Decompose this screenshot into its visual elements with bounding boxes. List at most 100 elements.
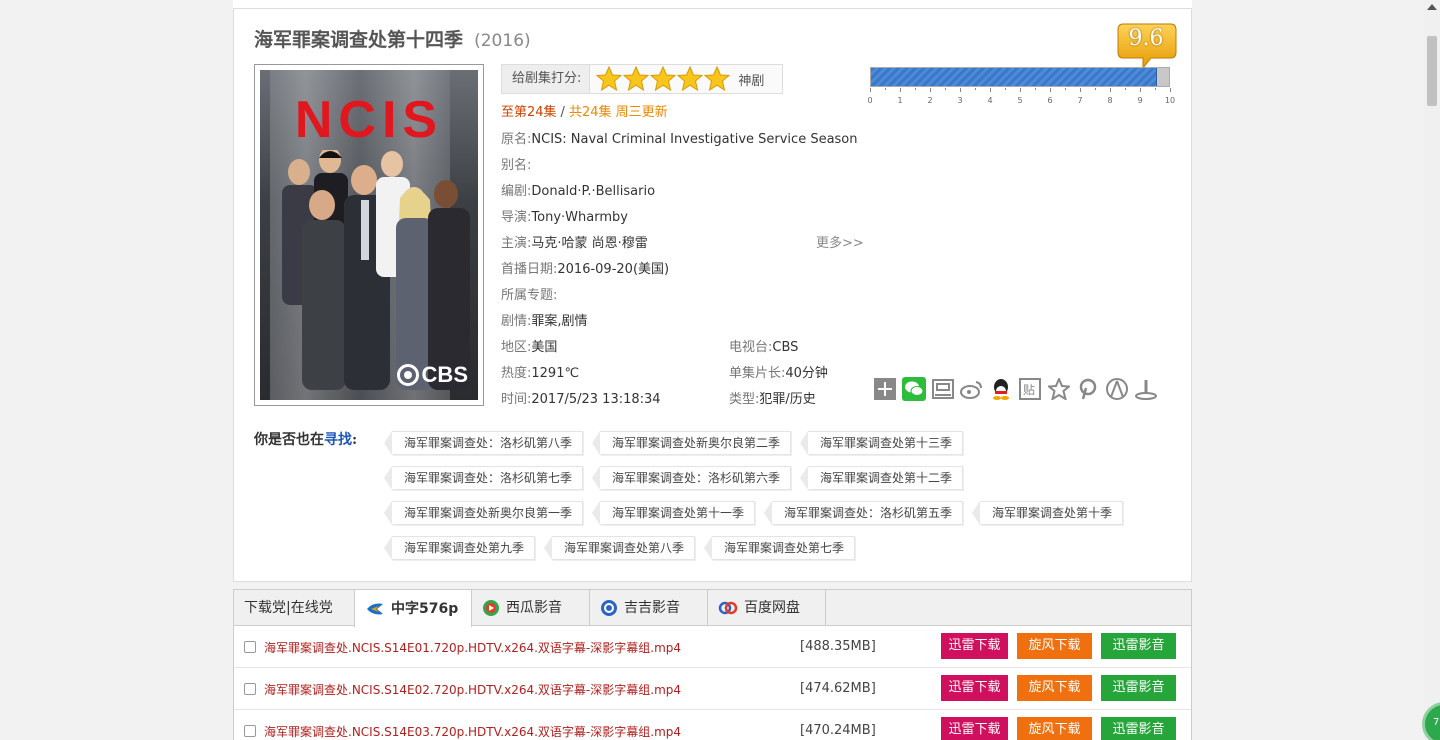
related-tag[interactable]: 海军罪案调查处第十季 bbox=[971, 501, 1124, 525]
renren-icon[interactable] bbox=[1104, 376, 1129, 401]
related-tag[interactable]: 海军罪案调查处：洛杉矶第五季 bbox=[763, 501, 964, 525]
file-size: [488.35MB] bbox=[800, 639, 876, 654]
episode-status: 至第24集 / 共24集 周三更新 bbox=[501, 105, 668, 120]
show-year: (2016) bbox=[474, 31, 531, 51]
related-tag[interactable]: 海军罪案调查处：洛杉矶第八季 bbox=[383, 431, 584, 455]
poster-title: NCIS bbox=[294, 91, 444, 149]
scale-tick-label: 4 bbox=[987, 96, 993, 105]
scale-minor-tick bbox=[1125, 88, 1126, 90]
scale-minor-tick bbox=[1005, 88, 1006, 90]
whirlwind-download-button[interactable]: 旋风下载 bbox=[1017, 717, 1092, 740]
score-scale: 0 1 2 3 4 5 6 7 8 9 10 bbox=[867, 88, 1175, 108]
wechat-icon[interactable] bbox=[901, 376, 926, 401]
pinterest-icon[interactable] bbox=[1075, 376, 1100, 401]
related-tag[interactable]: 海军罪案调查处第十一季 bbox=[591, 501, 756, 525]
jiji-icon bbox=[601, 600, 617, 616]
scroll-up-arrow-icon[interactable] bbox=[1427, 4, 1437, 10]
title-row: 海军罪案调查处第十四季 (2016) bbox=[254, 25, 531, 52]
file-checkbox[interactable] bbox=[244, 725, 256, 737]
info-genre: 剧情:罪案,剧情 bbox=[501, 314, 588, 329]
related-tag[interactable]: 海军罪案调查处第十三季 bbox=[799, 431, 964, 455]
scale-minor-tick bbox=[1065, 88, 1066, 90]
more-cast-link[interactable]: 更多>> bbox=[816, 232, 864, 251]
file-size: [470.24MB] bbox=[800, 723, 876, 738]
tab-baidu-pan[interactable]: 百度网盘 bbox=[708, 590, 826, 626]
thunder-download-button[interactable]: 迅雷下载 bbox=[941, 675, 1008, 701]
star-icon[interactable] bbox=[596, 66, 623, 92]
info-writer: 编剧:Donald·P.·Bellisario bbox=[501, 184, 656, 199]
thunder-player-button[interactable]: 迅雷影音 bbox=[1101, 675, 1176, 701]
file-link[interactable]: 海军罪案调查处.NCIS.S14E03.720p.HDTV.x264.双语字幕-… bbox=[264, 723, 681, 740]
related-tag[interactable]: 海军罪案调查处第七季 bbox=[703, 536, 856, 560]
tab-xigua[interactable]: 西瓜影音 bbox=[472, 590, 590, 626]
show-title: 海军罪案调查处第十四季 bbox=[254, 29, 464, 51]
thunder-download-button[interactable]: 迅雷下载 bbox=[941, 633, 1008, 659]
tieba-icon[interactable]: 贴 bbox=[1017, 376, 1042, 401]
favorite-icon[interactable] bbox=[1046, 376, 1071, 401]
file-checkbox[interactable] bbox=[244, 641, 256, 653]
page: 海军罪案调查处第十四季 (2016) 9.6 NCIS CBS 给剧集打分: 神… bbox=[0, 0, 1440, 740]
file-checkbox[interactable] bbox=[244, 683, 256, 695]
scale-tick bbox=[990, 88, 991, 92]
qq-icon[interactable] bbox=[988, 376, 1013, 401]
cbs-eye-icon bbox=[396, 364, 419, 386]
tab-zhongzi-576p[interactable]: 中字576p bbox=[354, 590, 472, 627]
star-icon[interactable] bbox=[623, 66, 650, 92]
scale-tick bbox=[1080, 88, 1081, 92]
file-link[interactable]: 海军罪案调查处.NCIS.S14E01.720p.HDTV.x264.双语字幕-… bbox=[264, 639, 681, 656]
related-tag[interactable]: 海军罪案调查处第九季 bbox=[383, 536, 536, 560]
scale-tick bbox=[1050, 88, 1051, 92]
star-icon[interactable] bbox=[677, 66, 704, 92]
info-alias: 别名: bbox=[501, 158, 532, 173]
tab-download-online[interactable]: 下载党|在线党 bbox=[234, 590, 354, 626]
related-tag[interactable]: 海军罪案调查处：洛杉矶第七季 bbox=[383, 466, 584, 490]
plus-icon[interactable] bbox=[872, 376, 897, 401]
weibo-icon[interactable] bbox=[959, 376, 984, 401]
thunder-player-button[interactable]: 迅雷影音 bbox=[1101, 717, 1176, 740]
star-icon[interactable] bbox=[704, 66, 731, 92]
whirlwind-download-button[interactable]: 旋风下载 bbox=[1017, 633, 1092, 659]
kaixin-icon[interactable] bbox=[1133, 376, 1158, 401]
whirlwind-download-button[interactable]: 旋风下载 bbox=[1017, 675, 1092, 701]
rating-word: 神剧 bbox=[738, 73, 765, 89]
file-row: 海军罪案调查处.NCIS.S14E03.720p.HDTV.x264.双语字幕-… bbox=[234, 710, 1191, 740]
top-divider bbox=[233, 0, 1192, 9]
episode-current: 至第24集 bbox=[501, 105, 557, 120]
scale-minor-tick bbox=[1095, 88, 1096, 90]
file-link[interactable]: 海军罪案调查处.NCIS.S14E02.720p.HDTV.x264.双语字幕-… bbox=[264, 681, 681, 698]
info-region: 地区:美国 bbox=[501, 340, 558, 355]
scale-tick bbox=[1170, 88, 1171, 92]
douban-icon[interactable] bbox=[930, 376, 955, 401]
scale-minor-tick bbox=[885, 88, 886, 90]
scrollbar[interactable] bbox=[1424, 0, 1440, 740]
tab-jiji[interactable]: 吉吉影音 bbox=[590, 590, 708, 626]
related-tag[interactable]: 海军罪案调查处新奥尔良第一季 bbox=[383, 501, 584, 525]
xigua-icon bbox=[483, 600, 499, 616]
scale-minor-tick bbox=[945, 88, 946, 90]
scroll-thumb[interactable] bbox=[1427, 36, 1437, 106]
scale-minor-tick bbox=[915, 88, 916, 90]
star-icon[interactable] bbox=[650, 66, 677, 92]
scale-tick-label: 6 bbox=[1047, 96, 1053, 105]
score-value: 9.6 bbox=[1128, 26, 1164, 51]
file-size: [474.62MB] bbox=[800, 681, 876, 696]
scale-tick-label: 10 bbox=[1164, 96, 1176, 105]
scale-tick-label: 9 bbox=[1137, 96, 1143, 105]
scale-tick bbox=[870, 88, 871, 92]
scale-tick bbox=[960, 88, 961, 92]
related-tag[interactable]: 海军罪案调查处新奥尔良第二季 bbox=[591, 431, 792, 455]
poster-image[interactable]: NCIS CBS bbox=[254, 64, 484, 406]
scale-minor-tick bbox=[1155, 88, 1156, 90]
related-tag[interactable]: 海军罪案调查处：洛杉矶第六季 bbox=[591, 466, 792, 490]
baidu-pan-icon bbox=[718, 601, 738, 615]
related-tag[interactable]: 海军罪案调查处第八季 bbox=[543, 536, 696, 560]
scale-minor-tick bbox=[1035, 88, 1036, 90]
thunder-player-button[interactable]: 迅雷影音 bbox=[1101, 633, 1176, 659]
thunder-download-button[interactable]: 迅雷下载 bbox=[941, 717, 1008, 740]
related-tag[interactable]: 海军罪案调查处第十二季 bbox=[799, 466, 964, 490]
scale-tick-label: 1 bbox=[897, 96, 903, 105]
rating-stars bbox=[590, 66, 731, 92]
poster-artwork: NCIS CBS bbox=[260, 70, 478, 400]
rating-widget: 给剧集打分: 神剧 bbox=[501, 64, 783, 94]
episode-total: 共24集 周三更新 bbox=[568, 105, 668, 120]
